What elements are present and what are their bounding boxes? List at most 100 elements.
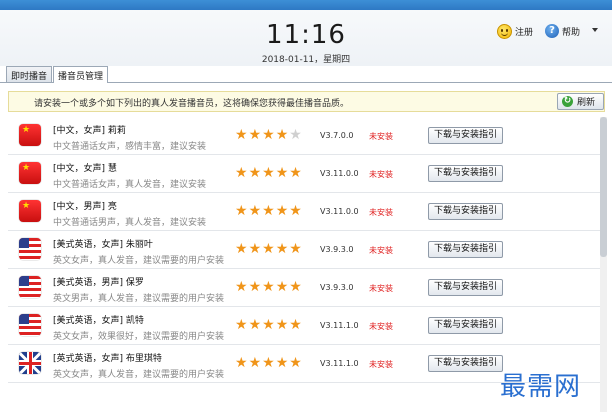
voice-description: 英文女声，效果很好，建议需要的用户安装 [53, 332, 225, 342]
voice-description: 英文女声，真人发音，建议需要的用户安装 [53, 370, 225, 380]
star-icon: ★ [275, 241, 289, 257]
voice-description: 英文女声，真人发音，建议需要的用户安装 [53, 256, 225, 266]
download-guide-button[interactable]: 下载与安装指引 [428, 317, 503, 334]
chevron-down-icon[interactable] [592, 28, 598, 32]
star-icon: ★ [262, 317, 275, 333]
voice-row[interactable]: ★ [中文，女声] 慧中文普通话女声，真人发音，建议安装 ★ ★ ★ ★ ★ V3.11.0.… [8, 155, 605, 193]
voice-row[interactable]: [美式英语，男声] 保罗英文男声，真人发音，建议需要的用户安装 ★ ★ ★ ★ ★ V3.9… [8, 269, 605, 307]
voice-row[interactable]: ★ [中文，女声] 莉莉中文普通话女声，感情丰富，建议安装 ★ ★ ★ ★ ★ V3.7.0.… [8, 117, 605, 155]
star-icon: ★ [289, 127, 302, 143]
voice-name: [美式英语，男声] 保罗 [53, 278, 144, 288]
star-icon: ★ [289, 241, 302, 257]
rating-stars: ★ ★ ★ ★ ★ [235, 318, 302, 332]
star-icon: ★ [248, 241, 262, 257]
refresh-button[interactable]: ↻ 刷新 [557, 93, 604, 110]
voice-version: V3.9.3.0 [320, 283, 354, 292]
download-guide-button[interactable]: 下载与安装指引 [428, 203, 503, 220]
voice-version: V3.9.3.0 [320, 245, 354, 254]
rating-stars: ★ ★ ★ ★ ★ [235, 128, 302, 142]
rating-stars: ★ ★ ★ ★ ★ [235, 356, 302, 370]
star-icon: ★ [262, 165, 275, 181]
voice-description: 英文男声，真人发音，建议需要的用户安装 [53, 294, 225, 304]
tab-bar: 即时播音 播音员管理 [6, 66, 109, 83]
rating-stars: ★ ★ ★ ★ ★ [235, 166, 302, 180]
info-bar: 请安装一个或多个如下列出的真人发音播音员，这将确保您获得最佳播音品质。 ↻ 刷新 [8, 91, 605, 112]
star-icon: ★ [275, 279, 289, 295]
install-status: 未安装 [369, 284, 393, 293]
download-guide-button[interactable]: 下载与安装指引 [428, 355, 503, 372]
star-icon: ★ [235, 241, 248, 257]
register-label: 注册 [515, 28, 534, 38]
voice-row[interactable]: [美式英语，女声] 凯特 英文女声，效果很好，建议需要的用户安装 ★ ★ ★ ★ ★ V3.1… [8, 307, 605, 345]
window-title-bar [0, 0, 612, 10]
rating-stars: ★ ★ ★ ★ ★ [235, 204, 302, 218]
voice-name: [中文，男声] 亮 [53, 202, 117, 212]
tab-instant-broadcast[interactable]: 即时播音 [6, 66, 53, 82]
refresh-icon: ↻ [562, 96, 573, 107]
star-icon: ★ [275, 355, 289, 371]
china-flag-icon: ★ [19, 200, 41, 222]
install-status: 未安装 [369, 208, 393, 217]
star-icon: ★ [235, 355, 248, 371]
star-icon: ★ [235, 203, 248, 219]
star-icon: ★ [248, 279, 262, 295]
voice-row[interactable]: ★ [中文，男声] 亮中文普通话男声，真人发音，建议安装 ★ ★ ★ ★ ★ V3.11.0.… [8, 193, 605, 231]
download-guide-button[interactable]: 下载与安装指引 [428, 279, 503, 296]
voice-name: [中文，女声] 莉莉 [53, 126, 126, 136]
voice-name: [中文，女声] 慧 [53, 164, 117, 174]
scrollbar[interactable] [600, 117, 607, 412]
star-icon: ★ [235, 127, 248, 143]
voice-row[interactable]: [美式英语，女声] 朱丽叶 英文女声，真人发音，建议需要的用户安装 ★ ★ ★ ★ ★ V3.… [8, 231, 605, 269]
smiley-icon [497, 24, 512, 39]
rating-stars: ★ ★ ★ ★ ★ [235, 280, 302, 294]
voice-version: V3.7.0.0 [320, 131, 354, 140]
us-flag-icon [19, 238, 41, 260]
star-icon: ★ [248, 203, 262, 219]
install-status: 未安装 [369, 132, 393, 141]
help-button[interactable]: ? 帮助 [545, 24, 580, 38]
scrollbar-thumb[interactable] [600, 117, 607, 257]
star-icon: ★ [275, 317, 289, 333]
star-icon: ★ [289, 203, 302, 219]
china-flag-icon: ★ [19, 162, 41, 184]
us-flag-icon [19, 314, 41, 336]
us-flag-icon [19, 276, 41, 298]
install-status: 未安装 [369, 322, 393, 331]
install-status: 未安装 [369, 246, 393, 255]
star-icon: ★ [262, 241, 275, 257]
voice-name: [英式英语，女声] 布里琪特 [53, 354, 162, 364]
star-icon: ★ [248, 317, 262, 333]
voice-name: [美式英语，女声] 凯特 [53, 316, 144, 326]
voice-name: [美式英语，女声] 朱丽叶 [53, 240, 153, 250]
voice-version: V3.11.0.0 [320, 169, 359, 178]
tab-voice-manager[interactable]: 播音员管理 [53, 66, 109, 83]
watermark-logo: 最需网 [500, 372, 582, 402]
clock-date: 2018-01-11，星期四 [261, 55, 351, 65]
voice-description: 中文普通话女声，感情丰富，建议安装 [53, 142, 207, 152]
star-icon: ★ [248, 165, 262, 181]
voice-version: V3.11.0.0 [320, 207, 359, 216]
download-guide-button[interactable]: 下载与安装指引 [428, 241, 503, 258]
register-button[interactable]: 注册 [497, 24, 533, 39]
star-icon: ★ [235, 165, 248, 181]
download-guide-button[interactable]: 下载与安装指引 [428, 165, 503, 182]
star-icon: ★ [275, 165, 289, 181]
star-icon: ★ [289, 355, 302, 371]
star-icon: ★ [275, 127, 289, 143]
install-status: 未安装 [369, 360, 393, 369]
voice-version: V3.11.1.0 [320, 321, 359, 330]
install-status: 未安装 [369, 170, 393, 179]
star-icon: ★ [275, 203, 289, 219]
info-text: 请安装一个或多个如下列出的真人发音播音员，这将确保您获得最佳播音品质。 [34, 99, 350, 109]
star-icon: ★ [289, 165, 302, 181]
refresh-label: 刷新 [577, 98, 596, 108]
help-label: 帮助 [562, 27, 581, 38]
download-guide-button[interactable]: 下载与安装指引 [428, 127, 503, 144]
uk-flag-icon [19, 352, 41, 374]
star-icon: ★ [289, 279, 302, 295]
star-icon: ★ [262, 279, 275, 295]
star-icon: ★ [289, 317, 302, 333]
help-icon: ? [545, 24, 559, 38]
star-icon: ★ [248, 355, 262, 371]
star-icon: ★ [235, 317, 248, 333]
